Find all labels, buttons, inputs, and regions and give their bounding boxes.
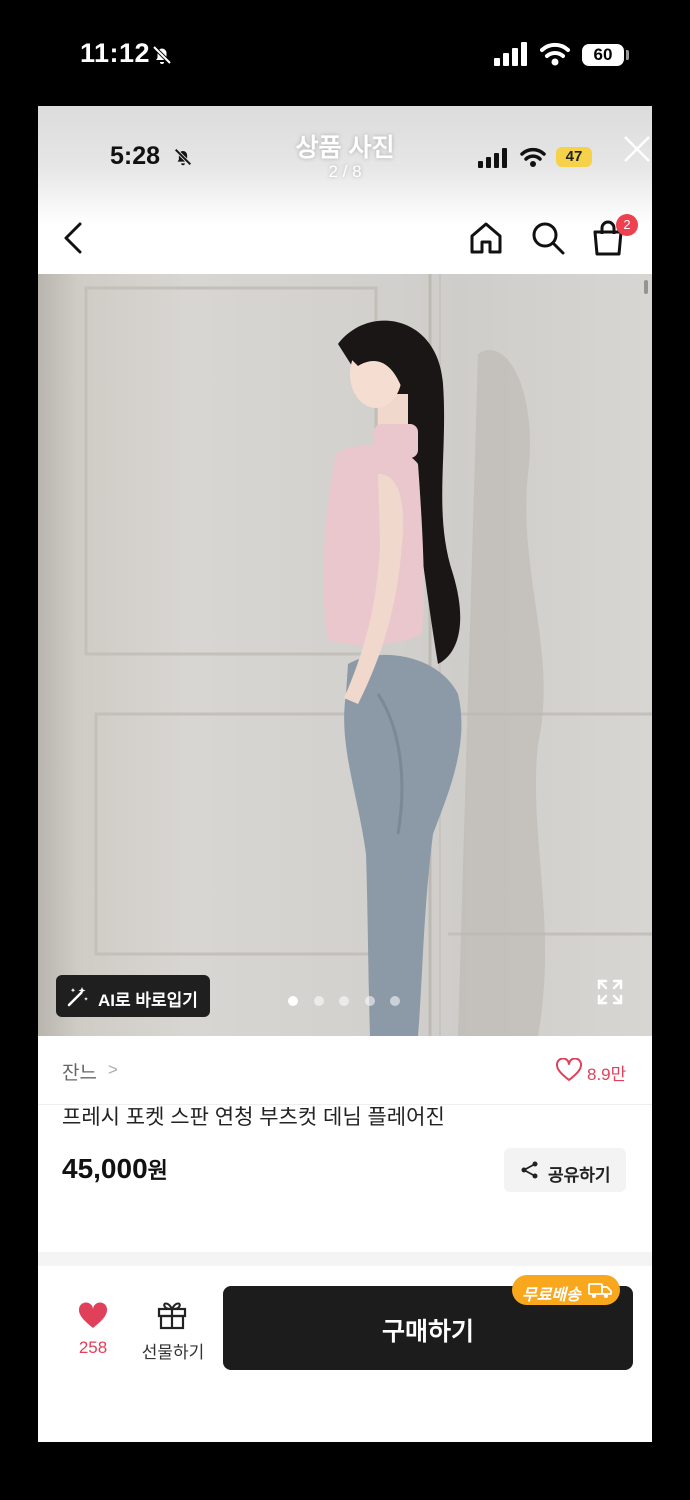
close-icon[interactable] [622, 134, 652, 164]
cellular-signal-icon [494, 42, 527, 66]
product-price: 45,000원 [62, 1153, 168, 1185]
ai-try-on-label: AI로 바로입기 [98, 991, 198, 1010]
share-icon [521, 1161, 538, 1179]
share-button[interactable]: 공유하기 [504, 1148, 626, 1192]
home-icon[interactable] [468, 220, 504, 256]
page-dot[interactable] [390, 996, 400, 1006]
page-dot[interactable] [313, 996, 324, 1006]
bottom-action-bar: 258 선물하기 구매하기 무료배송 [38, 1266, 652, 1442]
share-label: 공유하기 [548, 1166, 611, 1185]
cart-count-badge: 2 [616, 214, 638, 236]
wish-count: 258 [78, 1338, 108, 1357]
gift-label[interactable]: 선물하기 [138, 1338, 208, 1363]
buy-label: 구매하기 [381, 1318, 474, 1346]
magic-wand-icon [67, 987, 88, 1007]
brand-row: 잔느 > 8.9만 [38, 1036, 652, 1105]
battery-indicator: 60 [582, 44, 624, 66]
ai-try-on-button[interactable]: AI로 바로입기 [56, 975, 210, 1017]
outer-status-bar: 11:12 60 [0, 0, 690, 106]
muted-bell-icon [152, 45, 172, 65]
back-arrow-icon[interactable] [60, 220, 90, 256]
price-value: 45,000 [62, 1153, 148, 1184]
page-dot[interactable] [288, 996, 298, 1006]
brand-link[interactable]: 잔느 [62, 1058, 97, 1085]
truck-icon [588, 1283, 612, 1298]
outer-clock: 11:12 [80, 38, 151, 68]
wifi-icon [520, 147, 546, 167]
battery-indicator: 47 [556, 147, 592, 167]
product-name: 프레시 포켓 스판 연청 부츠컷 데님 플레어진 [62, 1106, 445, 1129]
divider [38, 1252, 652, 1266]
like-count: 8.9만 [587, 1065, 627, 1084]
photo-page-indicator [288, 996, 408, 1008]
free-shipping-label: 무료배송 [522, 1287, 581, 1304]
battery-tip [626, 50, 629, 60]
scroll-indicator [644, 280, 648, 294]
free-shipping-badge: 무료배송 [512, 1275, 620, 1305]
page-dot[interactable] [339, 996, 349, 1006]
app-screen: 5:28 상품 사진 2 / 8 47 2 AI로 바로입기 잔느 > 8.9만… [38, 106, 652, 1442]
wifi-icon [540, 42, 570, 66]
price-unit: 원 [147, 1158, 168, 1183]
product-photo[interactable]: AI로 바로입기 [38, 274, 652, 1036]
gift-icon[interactable] [156, 1298, 188, 1330]
top-area: 5:28 상품 사진 2 / 8 47 2 [38, 106, 652, 274]
chevron-right-icon: > [108, 1060, 118, 1079]
search-icon[interactable] [530, 220, 566, 256]
expand-icon[interactable] [596, 978, 624, 1006]
cellular-signal-icon [478, 148, 507, 168]
model-photo-illustration [84, 274, 652, 1036]
page-dot[interactable] [364, 996, 375, 1006]
heart-outline-icon[interactable] [556, 1058, 582, 1082]
heart-filled-icon[interactable] [78, 1302, 108, 1330]
